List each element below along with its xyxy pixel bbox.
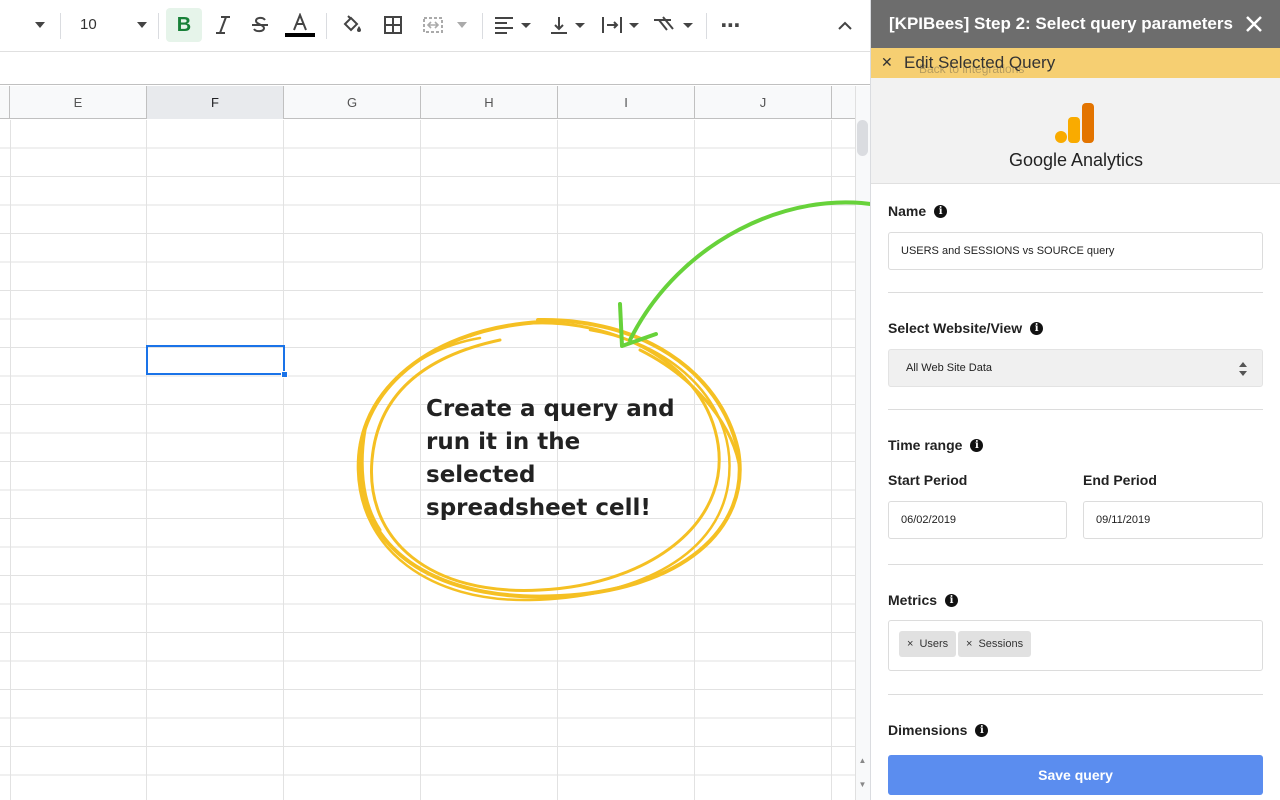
bold-button[interactable]: B — [166, 8, 202, 42]
metrics-label-text: Metrics — [888, 592, 938, 608]
italic-icon[interactable] — [208, 8, 238, 42]
end-period-label-text: End Period — [1083, 472, 1157, 488]
back-to-integrations-link[interactable]: Back to integrations — [919, 62, 1024, 76]
start-period-input[interactable]: 06/02/2019 — [888, 501, 1067, 539]
column-header-e[interactable]: E — [10, 86, 147, 119]
name-label: Name i — [888, 203, 948, 219]
font-size-dropdown-icon[interactable] — [132, 8, 152, 42]
info-icon[interactable]: i — [1030, 321, 1044, 335]
metrics-label: Metrics i — [888, 592, 959, 608]
website-view-select[interactable]: All Web Site Data — [888, 349, 1263, 387]
scroll-up-arrow-icon[interactable]: ▲ — [857, 754, 868, 768]
chevron-up-icon[interactable] — [830, 8, 860, 42]
panel-header: [KPIBees] Step 2: Select query parameter… — [871, 0, 1280, 48]
callout-line: spreadsheet cell! — [426, 495, 651, 521]
panel-title: [KPIBees] Step 2: Select query parameter… — [889, 14, 1233, 33]
text-wrapping-icon[interactable] — [598, 8, 642, 42]
info-icon[interactable]: i — [934, 204, 948, 218]
section-divider — [888, 694, 1263, 695]
toolbar-divider — [158, 13, 159, 39]
metric-tag[interactable]: × Sessions — [958, 631, 1032, 657]
strikethrough-icon[interactable] — [245, 8, 275, 42]
selected-cell[interactable] — [146, 345, 285, 375]
more-options-button[interactable]: ⋯ — [714, 8, 748, 42]
metric-tag[interactable]: × Users — [899, 631, 957, 657]
fill-handle[interactable] — [281, 371, 288, 378]
scroll-down-arrow-icon[interactable]: ▼ — [857, 778, 868, 792]
metric-tag-label: Users — [919, 638, 949, 650]
section-divider — [888, 564, 1263, 565]
font-size-input[interactable]: 10 — [72, 8, 112, 42]
dimensions-label-text: Dimensions — [888, 722, 968, 738]
column-header-partial — [0, 86, 10, 119]
website-view-value: All Web Site Data — [906, 362, 993, 374]
callout-line: selected — [426, 462, 536, 488]
brand-name: Google Analytics — [1008, 150, 1144, 170]
column-header-i[interactable]: I — [558, 86, 695, 119]
name-label-text: Name — [888, 203, 927, 219]
start-period-label: Start Period — [888, 472, 967, 488]
remove-tag-icon[interactable]: × — [966, 638, 972, 650]
callout-line: run it in the — [426, 429, 581, 455]
section-divider — [888, 409, 1263, 410]
select-updown-icon — [1239, 362, 1247, 376]
time-range-label-text: Time range — [888, 437, 963, 453]
vertical-align-icon[interactable] — [545, 8, 589, 42]
text-rotation-icon[interactable] — [650, 8, 696, 42]
toolbar-divider — [60, 13, 61, 39]
query-name-input[interactable]: USERS and SESSIONS vs SOURCE query — [888, 232, 1263, 270]
toolbar: 10 B ⋯ — [0, 0, 870, 52]
formula-bar[interactable] — [0, 53, 870, 85]
section-divider — [888, 292, 1263, 293]
info-icon[interactable]: i — [970, 438, 984, 452]
callout-line: Create a query and — [426, 396, 675, 422]
font-dropdown-arrow-icon[interactable] — [30, 8, 50, 42]
metric-tag-label: Sessions — [978, 638, 1024, 650]
fill-color-icon[interactable] — [336, 8, 368, 42]
column-headers: E F G H I J — [0, 86, 855, 119]
time-range-label: Time range i — [888, 437, 984, 453]
grid-line — [420, 120, 421, 800]
info-icon[interactable]: i — [975, 723, 989, 737]
column-header-j[interactable]: J — [695, 86, 832, 119]
text-color-icon[interactable] — [283, 8, 317, 42]
dimensions-label: Dimensions i — [888, 722, 989, 738]
column-header-f[interactable]: F — [147, 86, 284, 119]
toolbar-divider — [706, 13, 707, 39]
column-header-h[interactable]: H — [421, 86, 558, 119]
horizontal-align-icon[interactable] — [490, 8, 534, 42]
merge-cells-icon[interactable] — [418, 8, 448, 42]
end-period-label: End Period — [1083, 472, 1157, 488]
merge-dropdown-icon[interactable] — [454, 8, 470, 42]
toolbar-divider — [482, 13, 483, 39]
start-period-label-text: Start Period — [888, 472, 968, 488]
column-header-g[interactable]: G — [284, 86, 421, 119]
grid-line — [831, 120, 832, 800]
save-query-button[interactable]: Save query — [888, 755, 1263, 795]
kpibees-side-panel: [KPIBees] Step 2: Select query parameter… — [870, 0, 1280, 800]
grid-line — [283, 120, 284, 800]
info-icon[interactable]: i — [945, 593, 959, 607]
callout-text: Create a query and run it in the selecte… — [426, 393, 696, 525]
brand-area: Google Analytics — [871, 78, 1280, 184]
scrollbar-thumb[interactable] — [857, 120, 868, 156]
website-label: Select Website/View i — [888, 320, 1044, 336]
remove-tag-icon[interactable]: × — [907, 638, 913, 650]
end-period-input[interactable]: 09/11/2019 — [1083, 501, 1263, 539]
website-label-text: Select Website/View — [888, 320, 1023, 336]
vertical-scrollbar[interactable] — [855, 86, 870, 800]
close-edit-icon[interactable]: ✕ — [881, 54, 893, 71]
borders-icon[interactable] — [378, 8, 408, 42]
close-icon[interactable] — [1242, 12, 1266, 36]
google-analytics-logo-icon — [1055, 103, 1094, 143]
grid-line — [10, 120, 11, 800]
grid-line — [146, 120, 147, 800]
toolbar-divider — [326, 13, 327, 39]
